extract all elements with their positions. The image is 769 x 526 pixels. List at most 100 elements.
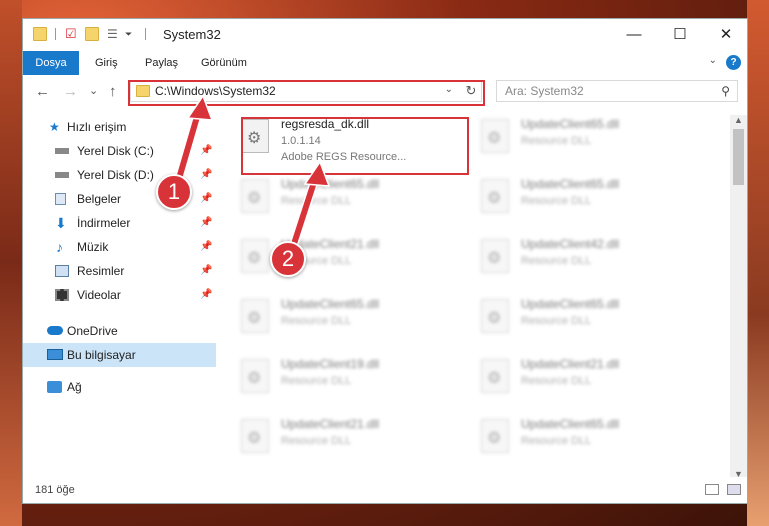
pin-icon[interactable]: 📌 xyxy=(200,259,212,283)
dll-file-icon xyxy=(241,419,269,453)
videos-icon xyxy=(55,289,69,301)
file-item[interactable]: UpdateClient65.dll Resource DLL xyxy=(233,175,433,225)
dll-file-icon xyxy=(481,179,509,213)
file-item[interactable]: UpdateClient21.dll Resource DLL xyxy=(233,415,433,465)
separator xyxy=(145,28,146,40)
close-button[interactable]: ✕ xyxy=(703,19,747,51)
file-name: UpdateClient21.dll xyxy=(521,357,620,371)
sidebar-item-quick-access[interactable]: ★ Hızlı erişim xyxy=(23,115,216,139)
address-highlight-box xyxy=(128,80,485,106)
back-button[interactable]: ← xyxy=(35,83,50,100)
sidebar-item-downloads[interactable]: ⬇ İndirmeler 📌 xyxy=(23,211,216,235)
item-count: 181 öğe xyxy=(35,484,75,496)
step-1-badge: 1 xyxy=(156,174,192,210)
file-name: UpdateClient65.dll xyxy=(521,117,620,131)
dll-file-icon xyxy=(481,119,509,153)
tab-file[interactable]: Dosya xyxy=(23,51,79,75)
maximize-button[interactable]: ☐ xyxy=(657,19,703,51)
sidebar-item-label: Hızlı erişim xyxy=(67,120,127,134)
file-highlight-box xyxy=(241,117,469,175)
sidebar-item-music[interactable]: ♪ Müzik 📌 xyxy=(23,235,216,259)
sidebar-item-local-disk-c[interactable]: Yerel Disk (C:) 📌 xyxy=(23,139,216,163)
dll-file-icon xyxy=(481,359,509,393)
file-item[interactable]: UpdateClient19.dll Resource DLL xyxy=(233,355,433,405)
search-box[interactable]: Ara: System32 ⚲ xyxy=(496,80,738,102)
drive-icon xyxy=(55,172,69,178)
sidebar-item-label: Videolar xyxy=(77,288,121,302)
scroll-up-icon[interactable]: ▲ xyxy=(734,115,743,125)
cloud-icon xyxy=(47,326,63,335)
pin-icon[interactable]: 📌 xyxy=(200,187,212,211)
sidebar-item-videos[interactable]: Videolar 📌 xyxy=(23,283,216,307)
sidebar-item-onedrive[interactable]: OneDrive xyxy=(23,319,216,343)
file-description: Resource DLL xyxy=(521,435,592,447)
pin-icon[interactable]: 📌 xyxy=(200,283,212,307)
pictures-icon xyxy=(55,265,69,277)
file-description: Resource DLL xyxy=(281,375,352,387)
search-input[interactable]: Ara: System32 xyxy=(505,84,584,98)
expand-ribbon-icon[interactable]: ⌄ xyxy=(709,55,717,66)
vertical-scrollbar[interactable]: ▲ ▼ xyxy=(730,115,747,479)
file-description: Resource DLL xyxy=(521,195,592,207)
pin-icon[interactable]: 📌 xyxy=(200,211,212,235)
explorer-window: ☑ ☰ ⏷ System32 — ☐ ✕ Dosya Giriş Paylaş … xyxy=(22,18,748,504)
download-icon: ⬇ xyxy=(55,215,67,231)
large-icons-view-icon[interactable] xyxy=(727,484,741,495)
file-name: UpdateClient65.dll xyxy=(281,177,380,191)
minimize-button[interactable]: — xyxy=(611,19,657,51)
help-icon[interactable]: ? xyxy=(726,55,741,70)
pin-icon[interactable]: 📌 xyxy=(200,163,212,187)
file-description: Resource DLL xyxy=(281,195,352,207)
pin-icon[interactable]: 📌 xyxy=(200,139,212,163)
file-item[interactable]: UpdateClient65.dll Resource DLL xyxy=(233,295,433,345)
sidebar-item-label: İndirmeler xyxy=(77,216,131,230)
sidebar-item-pictures[interactable]: Resimler 📌 xyxy=(23,259,216,283)
up-button[interactable]: ↑ xyxy=(109,83,117,100)
properties-icon[interactable]: ☑ xyxy=(65,27,79,41)
details-view-icon[interactable] xyxy=(705,484,719,495)
dll-file-icon xyxy=(481,419,509,453)
file-item[interactable]: UpdateClient65.dll Resource DLL xyxy=(473,295,673,345)
file-item[interactable]: UpdateClient21.dll Resource DLL xyxy=(473,355,673,405)
sidebar-item-label: Bu bilgisayar xyxy=(67,348,136,362)
file-item[interactable]: UpdateClient65.dll Resource DLL xyxy=(473,415,673,465)
sidebar-item-network[interactable]: Ağ xyxy=(23,375,216,399)
recent-locations-button[interactable]: ⌄ xyxy=(89,84,98,97)
dll-file-icon xyxy=(241,179,269,213)
sidebar-item-label: OneDrive xyxy=(67,324,118,338)
customize-icon[interactable]: ☰ xyxy=(107,27,121,41)
sidebar-item-label: Belgeler xyxy=(77,192,122,206)
file-name: UpdateClient65.dll xyxy=(521,177,620,191)
new-folder-icon[interactable] xyxy=(85,27,99,41)
file-item[interactable]: UpdateClient42.dll Resource DLL xyxy=(473,235,673,285)
quick-access-dropdown-icon[interactable]: ⏷ xyxy=(125,27,139,41)
desktop-background-right xyxy=(747,0,769,526)
file-description: Resource DLL xyxy=(521,315,592,327)
dll-file-icon xyxy=(241,359,269,393)
sidebar-item-label: Yerel Disk (C:) xyxy=(77,144,154,158)
file-name: UpdateClient19.dll xyxy=(281,357,380,371)
tab-share[interactable]: Paylaş xyxy=(135,51,188,75)
file-item[interactable]: UpdateClient65.dll Resource DLL xyxy=(473,115,673,165)
file-item[interactable]: UpdateClient65.dll Resource DLL xyxy=(473,175,673,225)
file-description: Resource DLL xyxy=(281,435,352,447)
title-bar: ☑ ☰ ⏷ System32 — ☐ ✕ xyxy=(23,19,747,51)
step-2-badge: 2 xyxy=(270,241,306,277)
sidebar-item-this-pc[interactable]: Bu bilgisayar xyxy=(23,343,216,367)
scrollbar-thumb[interactable] xyxy=(733,129,744,185)
file-name: UpdateClient65.dll xyxy=(281,297,380,311)
dll-file-icon xyxy=(241,299,269,333)
search-icon[interactable]: ⚲ xyxy=(721,84,730,98)
tab-view[interactable]: Görünüm xyxy=(191,51,257,75)
computer-icon xyxy=(47,349,63,360)
sidebar-item-label: Ağ xyxy=(67,380,82,394)
pin-icon[interactable]: 📌 xyxy=(200,235,212,259)
folder-icon xyxy=(33,27,47,41)
forward-button[interactable]: → xyxy=(63,83,78,100)
network-icon xyxy=(47,381,62,393)
file-item[interactable]: UpdateClient21.dll Resource DLL xyxy=(233,235,433,285)
navigation-pane: ★ Hızlı erişim Yerel Disk (C:) 📌 Yerel D… xyxy=(23,115,216,475)
file-name: UpdateClient42.dll xyxy=(521,237,620,251)
window-title: System32 xyxy=(163,27,221,42)
tab-home[interactable]: Giriş xyxy=(85,51,128,75)
